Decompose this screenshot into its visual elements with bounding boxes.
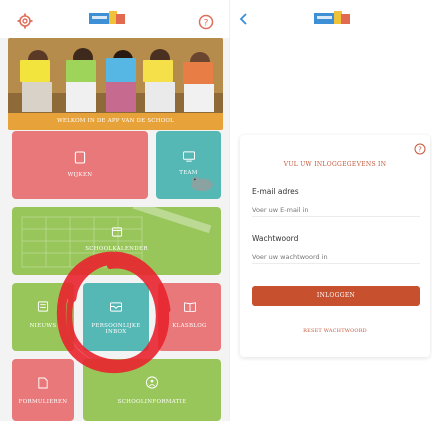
team-icon	[182, 151, 195, 162]
app-logo	[314, 11, 350, 24]
info-icon	[145, 376, 159, 389]
reset-password-link[interactable]: RESET WACHTWOORD	[240, 328, 430, 334]
tile-formulieren[interactable]: FORMULIEREN	[12, 359, 74, 421]
tile-label: NIEUWS	[29, 323, 57, 329]
svg-text:?: ?	[418, 146, 422, 154]
login-title: VUL UW INLOGGEGEVENS IN	[283, 161, 387, 168]
tile-label: SCHOOLINFORMATIE	[117, 399, 187, 405]
form-icon	[38, 377, 48, 389]
tile-nieuws[interactable]: NIEUWS	[12, 283, 74, 351]
tile-label: WIJKEN	[67, 172, 93, 178]
email-label: E-mail adres	[252, 187, 299, 196]
tile-persoonlijke-inbox[interactable]: PERSOONLIJKE INBOX	[83, 283, 149, 351]
login-button[interactable]: INLOGGEN	[252, 286, 420, 306]
help-icon[interactable]: ?	[414, 143, 426, 155]
login-card: ? VUL UW INLOGGEGEVENS IN E-mail adres W…	[240, 135, 430, 357]
tile-label: PERSOONLIJKE INBOX	[91, 323, 141, 335]
document-icon	[74, 151, 86, 164]
password-label: Wachtwoord	[252, 234, 299, 243]
tile-schoolinformatie[interactable]: SCHOOLINFORMATIE	[83, 359, 221, 421]
hero-caption: WELKOM IN DE APP VAN DE SCHOOL	[8, 113, 223, 130]
chevron-left-icon[interactable]	[238, 12, 250, 26]
svg-text:?: ?	[204, 19, 209, 29]
home-screen: ? WELKOM IN DE APP VAN DE SCHOOL WIJKEN …	[0, 0, 229, 421]
news-icon	[37, 301, 49, 312]
tile-klasblog[interactable]: KLASBLOG	[158, 283, 221, 351]
tile-label: FORMULIEREN	[18, 399, 68, 405]
tile-schoolkalender[interactable]: SCHOOLKALENDER	[12, 207, 221, 275]
calendar-icon	[111, 227, 122, 237]
mascot-image	[191, 176, 213, 192]
inbox-icon	[109, 302, 123, 312]
book-icon	[183, 302, 196, 312]
email-field[interactable]	[252, 204, 420, 217]
tile-wijken[interactable]: WIJKEN	[12, 131, 148, 199]
top-bar: ?	[0, 0, 229, 38]
gear-icon[interactable]	[17, 13, 33, 29]
calendar-background-image	[21, 207, 212, 268]
login-screen: ? VUL UW INLOGGEGEVENS IN E-mail adres W…	[229, 0, 432, 421]
help-icon[interactable]: ?	[198, 14, 214, 30]
password-field[interactable]	[252, 251, 420, 264]
tile-label: KLASBLOG	[172, 323, 207, 329]
tile-team[interactable]: TEAM	[156, 131, 221, 199]
tile-label: SCHOOLKALENDER	[85, 246, 148, 252]
hero-banner: WELKOM IN DE APP VAN DE SCHOOL	[8, 38, 223, 130]
app-logo	[89, 11, 125, 24]
